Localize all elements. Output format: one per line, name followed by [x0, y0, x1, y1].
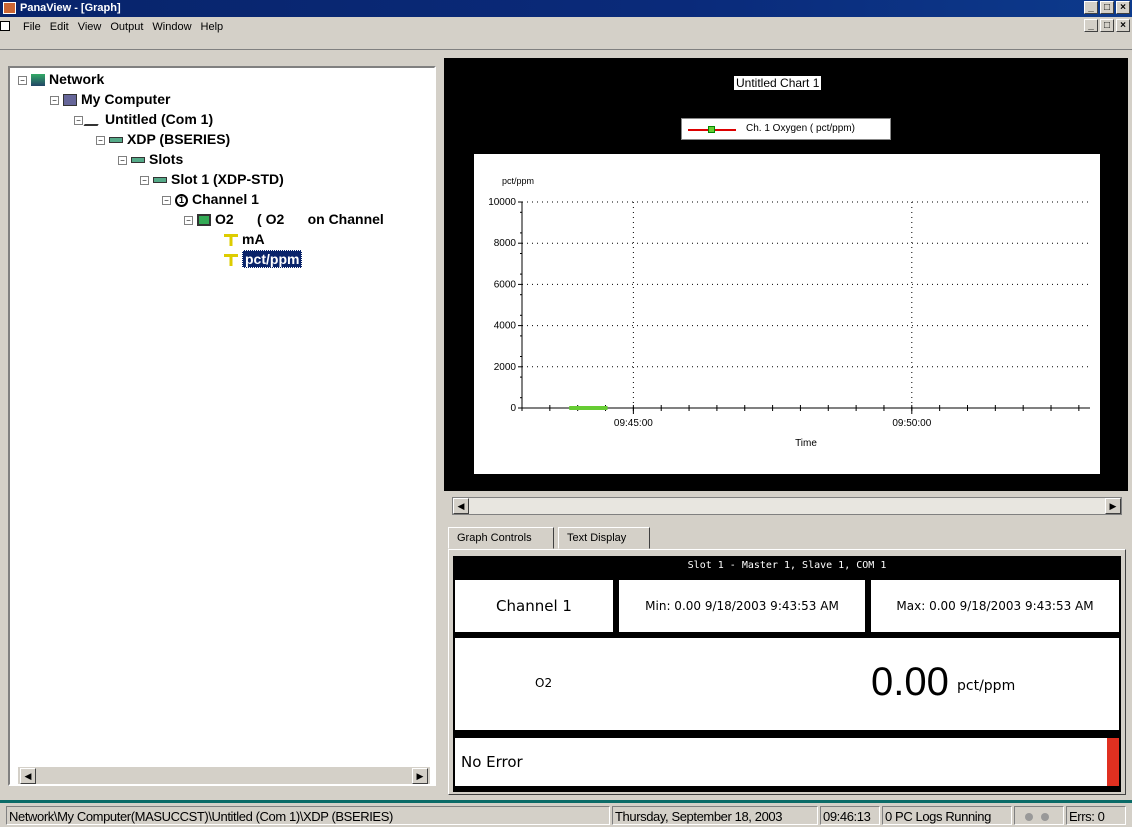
menu-help[interactable]: Help	[201, 21, 224, 33]
error-box: No Error	[455, 738, 1119, 786]
status-date: Thursday, September 18, 2003	[612, 806, 818, 825]
status-bar: Network\My Computer(MASUCCST)\Untitled (…	[0, 803, 1132, 827]
reading-box: O2 0.00 pct/ppm	[455, 638, 1119, 730]
error-indicator	[1107, 738, 1119, 786]
data-point	[569, 406, 574, 410]
x-tick-label: 09:45:00	[614, 418, 653, 429]
computer-icon	[63, 94, 77, 107]
y-tick-label: 4000	[494, 321, 517, 332]
line-chart: 0 2000 4000 6000 8000 10000 09:45:00 09:50:00 pc…	[488, 176, 1090, 449]
window-title: PanaView - [Graph]	[20, 2, 121, 14]
tree-node-my-computer[interactable]: − My Computer	[50, 90, 170, 108]
legend-marker	[708, 126, 715, 133]
channel-number-icon: 1	[175, 193, 188, 207]
tree-horizontal-scrollbar[interactable]: ◀ ▶	[18, 766, 430, 784]
tree-node-channel1[interactable]: −1 Channel 1	[162, 190, 259, 208]
menu-view[interactable]: View	[78, 21, 102, 33]
chart-legend: Ch. 1 Oxygen ( pct/ppm)	[681, 118, 891, 140]
status-path: Network\My Computer(MASUCCST)\Untitled (…	[6, 806, 610, 825]
x-tick-label: 09:50:00	[892, 418, 931, 429]
status-time: 09:46:13	[820, 806, 880, 825]
legend-label: Ch. 1 Oxygen ( pct/ppm)	[746, 123, 855, 134]
y-tick-label: 10000	[488, 197, 516, 208]
scroll-right-arrow[interactable]: ▶	[412, 768, 428, 784]
sensor-icon	[197, 214, 211, 227]
menu-edit[interactable]: Edit	[50, 21, 69, 33]
data-point	[603, 406, 608, 410]
display-header: Slot 1 - Master 1, Slave 1, COM 1	[687, 560, 887, 571]
status-leds	[1014, 806, 1064, 825]
tree-node-ma[interactable]: mA	[224, 230, 265, 248]
max-value: Max: 0.00 9/18/2003 9:43:53 AM	[871, 580, 1119, 632]
serial-port-icon	[83, 114, 105, 127]
tree-node-network[interactable]: − Network	[18, 70, 104, 88]
y-axis-label: pct/ppm	[502, 176, 534, 186]
collapse-icon[interactable]: −	[118, 155, 127, 165]
chart-title: Untitled Chart 1	[734, 76, 822, 90]
collapse-icon[interactable]: −	[18, 75, 27, 85]
y-tick-label: 8000	[494, 238, 517, 249]
title-bar: PanaView - [Graph] _ □ ×	[0, 0, 1132, 17]
minimize-button[interactable]: _	[1084, 1, 1098, 14]
close-button[interactable]: ×	[1116, 1, 1130, 14]
collapse-icon[interactable]: −	[96, 135, 105, 145]
device-icon	[109, 137, 123, 144]
unit-icon	[224, 254, 238, 267]
scroll-left-arrow[interactable]: ◀	[20, 768, 36, 784]
led-icon	[1025, 813, 1033, 821]
channel-label: Channel 1	[455, 580, 613, 632]
tab-text-display[interactable]: Text Display	[558, 527, 650, 549]
tree-node-xdp[interactable]: − XDP (BSERIES)	[96, 130, 230, 148]
menu-output[interactable]: Output	[110, 21, 143, 33]
plot-area: 0 2000 4000 6000 8000 10000 09:45:00 09:50:00 pc…	[474, 154, 1100, 474]
min-value: Min: 0.00 9/18/2003 9:43:53 AM	[619, 580, 865, 632]
tree-node-slot1[interactable]: − Slot 1 (XDP-STD)	[140, 170, 284, 188]
y-tick-label: 6000	[494, 279, 517, 290]
text-display: Slot 1 - Master 1, Slave 1, COM 1 Channe…	[453, 556, 1121, 792]
menu-bar: File Edit View Output Window Help _ □ ×	[0, 17, 1132, 50]
slots-icon	[131, 157, 145, 164]
chart-panel: Untitled Chart 1 Ch. 1 Oxygen ( pct/ppm)…	[444, 58, 1128, 491]
unit-icon	[224, 234, 238, 247]
maximize-button[interactable]: □	[1100, 1, 1114, 14]
collapse-icon[interactable]: −	[74, 115, 83, 125]
network-icon	[31, 74, 45, 87]
x-axis-label: Time	[795, 438, 817, 449]
text-display-panel: Slot 1 - Master 1, Slave 1, COM 1 Channe…	[448, 549, 1126, 795]
parameter-name: O2	[535, 676, 553, 690]
led-icon	[1041, 813, 1049, 821]
tree-node-pct-ppm[interactable]: pct/ppm	[224, 250, 303, 268]
menu-window[interactable]: Window	[152, 21, 191, 33]
status-errors: Errs: 0	[1066, 806, 1126, 825]
error-text: No Error	[461, 753, 523, 771]
doc-minimize-button[interactable]: _	[1084, 19, 1098, 32]
scroll-right-arrow[interactable]: ▶	[1105, 498, 1121, 514]
doc-restore-button[interactable]: □	[1100, 19, 1114, 32]
collapse-icon[interactable]: −	[140, 175, 149, 185]
reading-unit: pct/ppm	[957, 678, 1016, 694]
network-tree[interactable]: − Network − My Computer − Untitled (Com 1) …	[8, 66, 436, 786]
scroll-left-arrow[interactable]: ◀	[453, 498, 469, 514]
app-icon	[3, 2, 16, 14]
menu-file[interactable]: File	[23, 21, 41, 33]
tree-node-o2[interactable]: − O2 ( O2 on Channel	[184, 210, 384, 228]
collapse-icon[interactable]: −	[50, 95, 59, 105]
tree-node-slots[interactable]: − Slots	[118, 150, 183, 168]
collapse-icon[interactable]: −	[184, 215, 193, 225]
doc-close-button[interactable]: ×	[1116, 19, 1130, 32]
status-logs: 0 PC Logs Running	[882, 806, 1012, 825]
collapse-icon[interactable]: −	[162, 195, 171, 205]
chart-horizontal-scrollbar[interactable]: ◀ ▶	[452, 497, 1122, 515]
tab-graph-controls[interactable]: Graph Controls	[448, 527, 554, 549]
tree-node-untitled-com1[interactable]: − Untitled (Com 1)	[74, 110, 213, 128]
y-tick-label: 0	[510, 403, 516, 414]
slot-icon	[153, 177, 167, 184]
reading-value: 0.00	[871, 660, 949, 704]
y-tick-label: 2000	[494, 362, 517, 373]
